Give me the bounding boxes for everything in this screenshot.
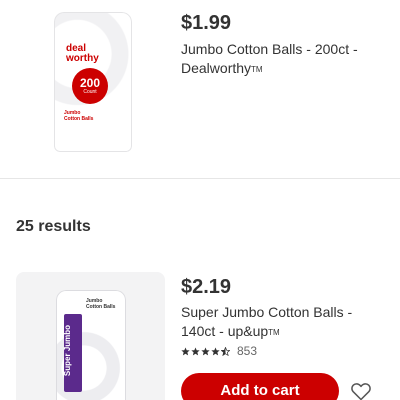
brand-logo: deal worthy bbox=[66, 43, 99, 64]
star-icon bbox=[181, 346, 190, 355]
star-icon bbox=[211, 346, 220, 355]
product-image[interactable]: Jumbo Cotton Balls Super Jumbo bbox=[16, 272, 165, 400]
product-price: $1.99 bbox=[181, 12, 232, 34]
star-icon bbox=[191, 346, 200, 355]
trademark: TM bbox=[251, 65, 263, 74]
results-count: 25 results bbox=[16, 218, 91, 235]
star-rating[interactable]: 853 bbox=[181, 344, 257, 358]
heart-outline-icon[interactable] bbox=[349, 379, 373, 400]
section-divider bbox=[0, 178, 400, 179]
package-label: Jumbo Cotton Balls bbox=[86, 298, 116, 310]
product-title: Super Jumbo Cotton Balls - 140ct - up&up bbox=[181, 304, 353, 339]
product-card-top[interactable]: deal worthy 200 Count Jumbo Cotton Balls… bbox=[0, 0, 400, 163]
star-icon bbox=[201, 346, 210, 355]
package-band: Super Jumbo bbox=[63, 314, 82, 392]
product-title-link[interactable]: Super Jumbo Cotton Balls - 140ct - up&up… bbox=[181, 303, 381, 342]
package-label: Jumbo Cotton Balls bbox=[64, 110, 94, 122]
star-half-icon bbox=[221, 346, 230, 356]
product-price: $2.19 bbox=[181, 276, 232, 298]
product-title: Jumbo Cotton Balls - 200ct - Dealworthy bbox=[181, 41, 358, 76]
cotton-ball-bag-image: Jumbo Cotton Balls Super Jumbo bbox=[56, 290, 126, 400]
add-to-cart-button[interactable]: Add to cart bbox=[181, 373, 339, 400]
count-badge: 200 Count bbox=[72, 68, 108, 104]
product-image[interactable]: deal worthy 200 Count Jumbo Cotton Balls bbox=[16, 0, 166, 163]
product-title-link[interactable]: Jumbo Cotton Balls - 200ct - DealworthyT… bbox=[181, 40, 381, 79]
review-count: 853 bbox=[237, 344, 258, 358]
trademark: TM bbox=[268, 328, 280, 337]
cotton-ball-bag-image: deal worthy 200 Count Jumbo Cotton Balls bbox=[54, 12, 132, 152]
